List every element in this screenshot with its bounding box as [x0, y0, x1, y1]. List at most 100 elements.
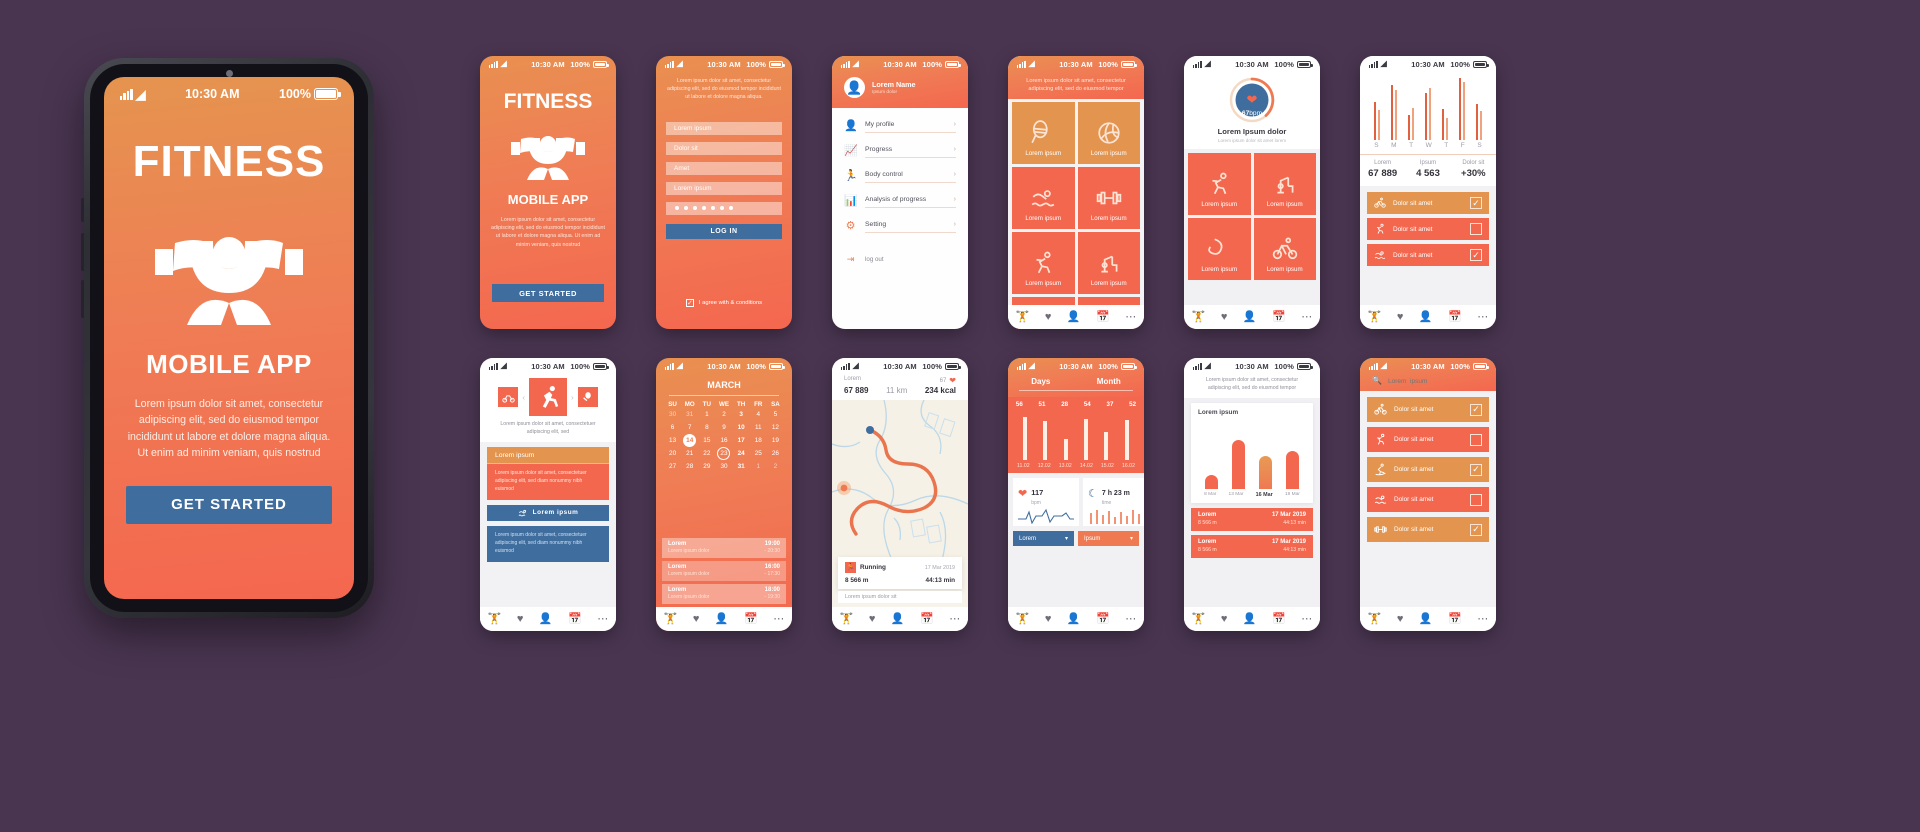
carousel-item-prev[interactable] — [498, 387, 519, 407]
list-item-checkbox[interactable]: ✓ — [1470, 523, 1482, 536]
list-item[interactable]: Dolor sit amet — [1367, 427, 1489, 452]
tab-days[interactable]: Days — [1031, 377, 1050, 386]
volume-down-button[interactable] — [81, 280, 84, 318]
calendar-day[interactable]: 10 — [733, 421, 750, 434]
calendar-day[interactable]: 28 — [681, 460, 698, 473]
nav-user-icon[interactable]: 👤 — [1067, 311, 1081, 323]
nav-more-icon[interactable]: ⋯ — [1477, 311, 1488, 323]
list-item[interactable]: Dolor sit amet ✓ — [1367, 397, 1489, 422]
nav-more-icon[interactable]: ⋯ — [597, 613, 608, 625]
week-row-running[interactable]: Dolor sit amet — [1367, 218, 1489, 240]
map-canvas[interactable] — [832, 400, 968, 560]
nav-heart-icon[interactable]: ♥ — [1045, 613, 1052, 625]
calendar-day[interactable]: 31 — [733, 460, 750, 473]
calendar-day[interactable]: 2 — [767, 460, 784, 473]
carousel-item-active[interactable] — [529, 378, 567, 416]
nav-heart-icon[interactable]: ♥ — [1221, 613, 1228, 625]
calendar-event[interactable]: Lorem 18:00 Lorem ipsum dolor - 19:30 — [662, 584, 786, 604]
calendar-day[interactable]: 20 — [664, 447, 681, 460]
mute-switch[interactable] — [81, 198, 84, 222]
calendar-day[interactable]: 15 — [698, 434, 715, 447]
row-checkbox[interactable]: ✓ — [1470, 249, 1482, 261]
nav-heart-icon[interactable]: ♥ — [1045, 311, 1052, 323]
nav-dumbbell-icon[interactable]: 🏋 — [1192, 613, 1206, 625]
calendar-day[interactable]: 4 — [750, 408, 767, 421]
agree-checkbox[interactable]: ✓ — [685, 299, 694, 307]
category-tile-exercise-bike[interactable]: Lorem ipsum — [1077, 232, 1140, 294]
calendar-day[interactable]: 24 — [733, 447, 750, 460]
nav-calendar-icon[interactable]: 📅 — [1096, 311, 1110, 323]
calendar-day[interactable]: 11 — [750, 421, 767, 434]
nav-more-icon[interactable]: ⋯ — [1125, 613, 1136, 625]
category-tile-volleyball[interactable]: Lorem ipsum — [1077, 102, 1140, 164]
list-item-checkbox[interactable]: ✓ — [1470, 463, 1482, 476]
calendar-day[interactable]: 31 — [681, 408, 698, 421]
calendar-day[interactable]: 7 — [681, 421, 698, 434]
row-checkbox[interactable]: ✓ — [1470, 197, 1482, 209]
select-left[interactable]: Lorem ▾ — [1013, 531, 1074, 546]
menu-item-analysis-of-progress[interactable]: 📊 Analysis of progress › — [832, 189, 968, 214]
login-field-1[interactable]: Lorem ipsum — [666, 121, 782, 135]
calendar-day[interactable]: 8 — [698, 421, 715, 434]
calendar-day[interactable]: 13 — [664, 434, 681, 447]
login-button[interactable]: LOG IN — [666, 223, 782, 239]
calendar-day[interactable]: 19 — [767, 434, 784, 447]
list-item[interactable]: Dolor sit amet — [1367, 487, 1489, 512]
nav-more-icon[interactable]: ⋯ — [1301, 311, 1312, 323]
pulse-tile-cycling[interactable]: Lorem ipsum — [1253, 218, 1316, 280]
nav-dumbbell-icon[interactable]: 🏋 — [488, 613, 502, 625]
nav-more-icon[interactable]: ⋯ — [1477, 613, 1488, 625]
nav-more-icon[interactable]: ⋯ — [949, 613, 960, 625]
list-item-checkbox[interactable]: ✓ — [1470, 403, 1482, 416]
nav-dumbbell-icon[interactable]: 🏋 — [1368, 311, 1382, 323]
nav-calendar-icon[interactable]: 📅 — [1272, 311, 1286, 323]
calendar-day[interactable]: 16 — [715, 434, 732, 447]
nav-user-icon[interactable]: 👤 — [1419, 613, 1433, 625]
select-right[interactable]: Ipsum ▾ — [1078, 531, 1139, 546]
nav-dumbbell-icon[interactable]: 🏋 — [1192, 311, 1206, 323]
nav-user-icon[interactable]: 👤 — [715, 613, 729, 625]
search-icon[interactable]: 🔍 — [1372, 377, 1382, 385]
calendar-day-selected[interactable]: 23 — [717, 447, 731, 460]
week-row-cycling[interactable]: Dolor sit amet ✓ — [1367, 192, 1489, 214]
calendar-day[interactable]: 6 — [664, 421, 681, 434]
calendar-day[interactable]: 18 — [750, 434, 767, 447]
nav-heart-icon[interactable]: ♥ — [1397, 311, 1404, 323]
calendar-day[interactable]: 12 — [767, 421, 784, 434]
menu-item-my-profile[interactable]: 👤 My profile › — [832, 114, 968, 139]
avatar[interactable]: 👤 — [844, 77, 865, 98]
list-item[interactable]: Dolor sit amet ✓ — [1367, 517, 1489, 542]
login-field-3[interactable]: Amet — [666, 161, 782, 175]
tab-month[interactable]: Month — [1097, 377, 1121, 386]
pulse-tile-exercise-bike[interactable]: Lorem ipsum — [1253, 153, 1316, 215]
row-checkbox[interactable] — [1470, 223, 1482, 235]
nav-more-icon[interactable]: ⋯ — [1301, 613, 1312, 625]
calendar-day[interactable]: 30 — [715, 460, 732, 473]
nav-calendar-icon[interactable]: 📅 — [1096, 613, 1110, 625]
calendar-day[interactable]: 26 — [767, 447, 784, 460]
nav-dumbbell-icon[interactable]: 🏋 — [664, 613, 678, 625]
calendar-day[interactable]: 5 — [767, 408, 784, 421]
calendar-day[interactable]: 2 — [715, 408, 732, 421]
category-tile-dumbbell[interactable]: Lorem ipsum — [1077, 167, 1140, 229]
nav-user-icon[interactable]: 👤 — [1243, 613, 1257, 625]
run-summary-card[interactable]: 🏃 Running 17 Mar 2019 8 566 m 44:13 min — [838, 557, 962, 589]
exercise-cta-button[interactable]: Lorem ipsum — [487, 504, 609, 521]
nav-dumbbell-icon[interactable]: 🏋 — [840, 613, 854, 625]
password-field[interactable] — [666, 201, 782, 215]
menu-item-progress[interactable]: 📈 Progress › — [832, 139, 968, 164]
pulse-tile-jump-rope[interactable]: Lorem ipsum — [1188, 218, 1251, 280]
nav-heart-icon[interactable]: ♥ — [1221, 311, 1228, 323]
nav-user-icon[interactable]: 👤 — [891, 613, 905, 625]
list-item[interactable]: Dolor sit amet ✓ — [1367, 457, 1489, 482]
category-tile-swimming[interactable]: Lorem ipsum — [1012, 167, 1075, 229]
calendar-day[interactable]: 30 — [664, 408, 681, 421]
calendar-day[interactable]: 22 — [698, 447, 715, 460]
nav-calendar-icon[interactable]: 📅 — [1272, 613, 1286, 625]
nav-calendar-icon[interactable]: 📅 — [1448, 613, 1462, 625]
nav-dumbbell-icon[interactable]: 🏋 — [1016, 613, 1030, 625]
calendar-day[interactable]: 29 — [698, 460, 715, 473]
week-row-swimming[interactable]: Dolor sit amet ✓ — [1367, 244, 1489, 266]
nav-calendar-icon[interactable]: 📅 — [568, 613, 582, 625]
heart-rate-card[interactable]: ❤ 117 bpm — [1013, 478, 1079, 526]
